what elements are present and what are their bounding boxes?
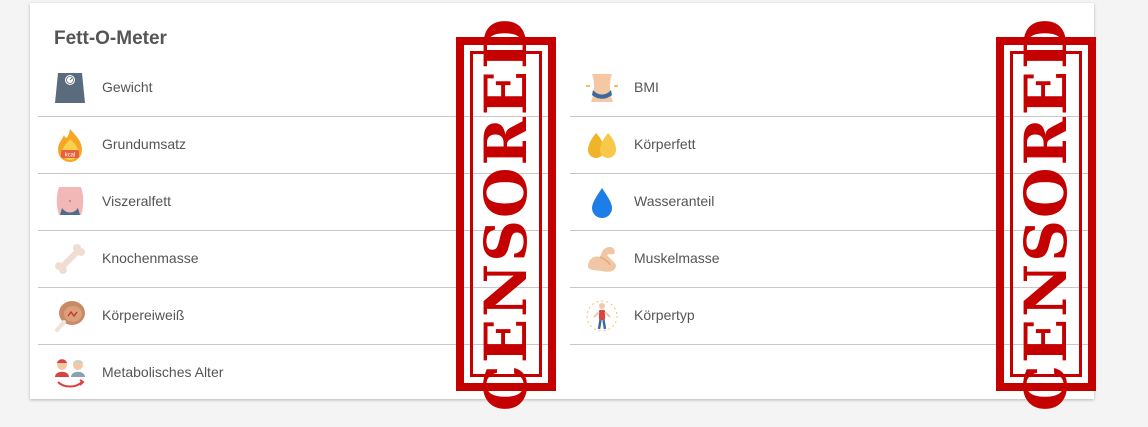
- metric-label: Knochenmasse: [102, 250, 199, 266]
- metric-label: Grundumsatz: [102, 136, 187, 152]
- metric-label: Metabolisches Alter: [102, 364, 224, 380]
- metric-label: Muskelmasse: [634, 250, 720, 266]
- censored-stamp: CENSORED: [996, 17, 1096, 411]
- metric-label: Körpereiweiß: [102, 307, 185, 323]
- belly-icon: [52, 184, 88, 220]
- kcal-flame-icon: kcal: [52, 127, 88, 163]
- metric-label: Wasseranteil: [634, 193, 715, 209]
- waist-icon: [584, 70, 620, 106]
- bone-icon: [52, 241, 88, 277]
- meat-drumstick-icon: [52, 298, 88, 334]
- metric-label: BMI: [634, 79, 659, 95]
- censored-stamp: CENSORED: [456, 17, 556, 411]
- muscle-arm-icon: [584, 241, 620, 277]
- metric-label: Körperfett: [634, 136, 696, 152]
- fett-o-meter-card: Fett-O-Meter Gewicht kcal Grundumsatz Vi…: [30, 3, 1096, 411]
- age-people-icon: [52, 355, 88, 391]
- stamp-text: CENSORED: [1012, 16, 1080, 412]
- water-drop-icon: [584, 184, 620, 220]
- body-type-icon: [584, 298, 620, 334]
- metric-label: Körpertyp: [634, 307, 695, 323]
- metric-label: Viszeralfett: [102, 193, 171, 209]
- card-title: Fett-O-Meter: [54, 28, 167, 49]
- scale-icon: [52, 70, 88, 106]
- stamp-text: CENSORED: [472, 16, 540, 412]
- metric-label: Gewicht: [102, 79, 153, 95]
- fat-drops-icon: [584, 127, 620, 163]
- svg-text:kcal: kcal: [65, 153, 76, 159]
